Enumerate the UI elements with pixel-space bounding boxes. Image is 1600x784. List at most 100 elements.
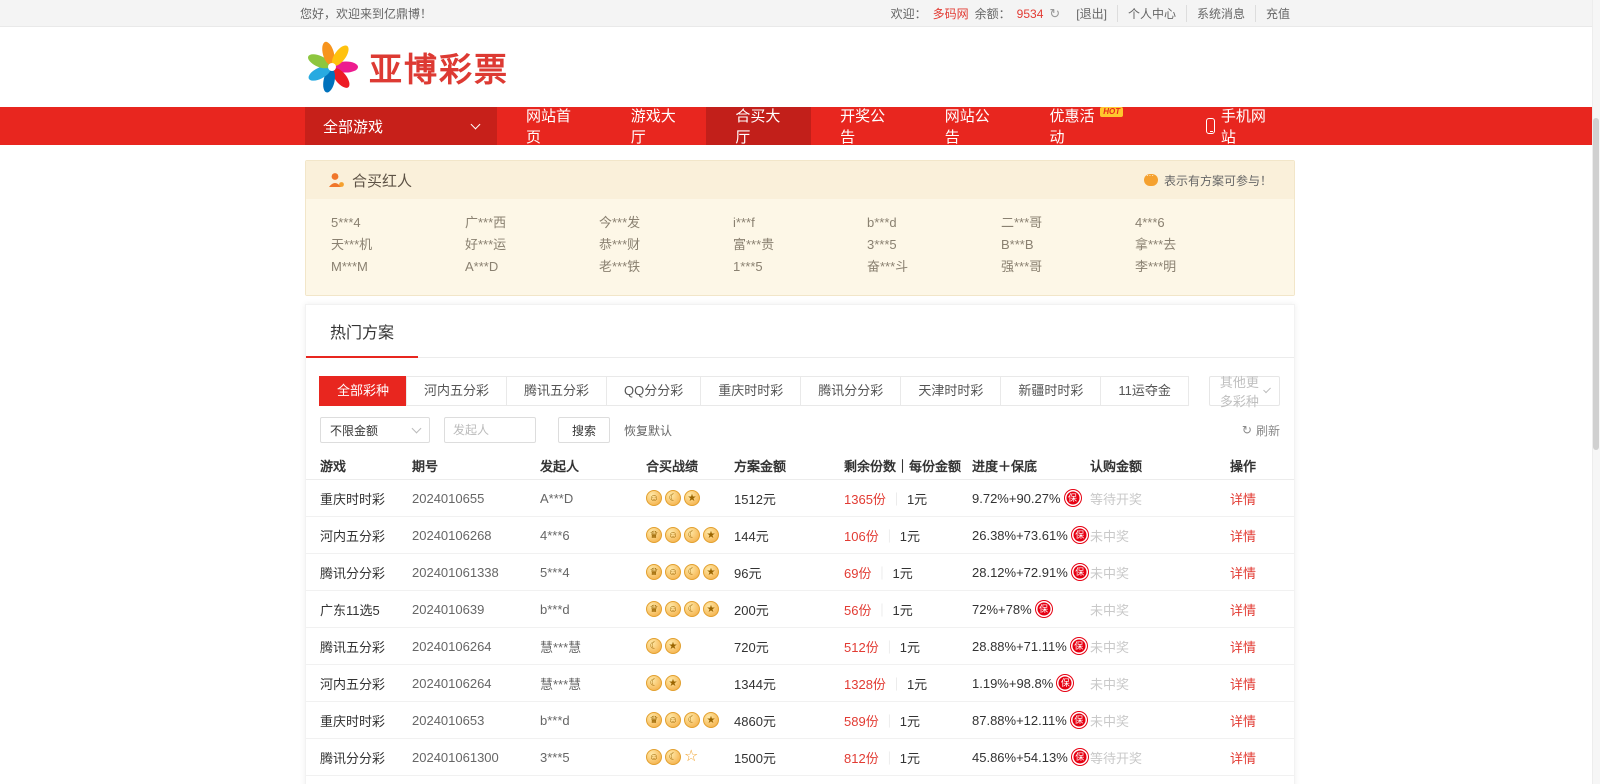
nav-item[interactable]: 手机网站 (1177, 107, 1295, 145)
star-user-name[interactable]: 恭***财 (599, 234, 733, 256)
nav-item[interactable]: 合买大厅 (706, 107, 811, 145)
topbar: 您好，欢迎来到亿鼎博！ 欢迎： 多码网 余额： 9534 ↻ [退出]个人中心系… (0, 0, 1600, 27)
lottery-tab[interactable]: 腾讯五分彩 (506, 376, 607, 406)
star-user-name[interactable]: 广***西 (465, 212, 599, 234)
brand[interactable]: 亚博彩票 (305, 40, 509, 94)
initiator-name[interactable]: 3***5 (540, 750, 646, 765)
star-user-name[interactable]: 天***机 (331, 234, 465, 256)
plan-amount: 720元 (734, 637, 844, 656)
detail-link[interactable]: 详情 (1230, 526, 1280, 545)
initiator-name[interactable]: A***D (540, 491, 646, 506)
initiator-name[interactable]: 5***4 (540, 565, 646, 580)
star-user-name[interactable]: 老***铁 (599, 256, 733, 278)
stars-header: 合买红人 表示有方案可参与！ (306, 161, 1294, 199)
remaining-shares: 1365份 (844, 492, 886, 507)
lottery-tab[interactable]: 腾讯分分彩 (800, 376, 901, 406)
lottery-tab[interactable]: QQ分分彩 (606, 376, 701, 406)
topbar-link[interactable]: 个人中心 (1117, 5, 1186, 22)
nav-item[interactable]: 优惠活动HOT (1020, 107, 1125, 145)
more-lotteries-label: 其他更多彩种 (1220, 372, 1265, 410)
stars-tip-text: 表示有方案可参与！ (1164, 172, 1272, 189)
column-header: 游戏 (320, 456, 412, 475)
progress-value: 87.88%+12.11% (972, 713, 1067, 728)
plans-title: 热门方案 (306, 319, 418, 358)
refresh-balance-icon[interactable]: ↻ (1049, 6, 1060, 22)
lottery-tab[interactable]: 全部彩种 (319, 376, 407, 406)
more-lotteries-select[interactable]: 其他更多彩种 (1209, 376, 1280, 406)
star-user-name[interactable]: 李***明 (1135, 256, 1269, 278)
initiator-name[interactable]: b***d (540, 713, 646, 728)
table-row: 腾讯分分彩2024010613385***4♛☺☾★96元69份｜1元28.12… (306, 554, 1294, 591)
all-games-label: 全部游戏 (323, 116, 383, 137)
lottery-tab[interactable]: 重庆时时彩 (700, 376, 801, 406)
star-user-name[interactable]: 4***6 (1135, 212, 1269, 234)
star-user-name[interactable]: 拿***去 (1135, 234, 1269, 256)
amount-filter-select[interactable]: 不限金额 (320, 417, 430, 443)
progress-cell: 45.86%+54.13%保 (972, 749, 1090, 765)
topbar-link[interactable]: 充值 (1255, 5, 1300, 22)
all-games-dropdown[interactable]: 全部游戏 (305, 107, 497, 145)
purchase-status: 未中奖 (1090, 600, 1230, 619)
star-user-name[interactable]: 1***5 (733, 256, 867, 278)
reset-default-link[interactable]: 恢复默认 (624, 422, 672, 439)
star-user-name[interactable]: B***B (1001, 234, 1135, 256)
achievement-icons: ♛☺☾★ (646, 527, 734, 543)
username[interactable]: 多码网 (933, 5, 969, 22)
star-user-name[interactable]: M***M (331, 256, 465, 278)
stars-title: 合买红人 (352, 170, 412, 191)
search-button[interactable]: 搜索 (558, 417, 610, 443)
plans-table: 游戏期号发起人合买战绩方案金额剩余份数｜每份金额进度＋保底认购金额操作 重庆时时… (306, 452, 1294, 776)
detail-link[interactable]: 详情 (1230, 674, 1280, 693)
refresh-icon: ↻ (1242, 423, 1252, 437)
topbar-link[interactable]: 系统消息 (1186, 5, 1255, 22)
detail-link[interactable]: 详情 (1230, 748, 1280, 767)
detail-link[interactable]: 详情 (1230, 711, 1280, 730)
topbar-link[interactable]: [退出] (1066, 5, 1117, 22)
refresh-table-button[interactable]: ↻ 刷新 (1242, 422, 1280, 439)
nav-item-label: 网站首页 (526, 105, 573, 147)
nav-item-label: 优惠活动 (1049, 105, 1096, 147)
star-user-name[interactable]: 富***贵 (733, 234, 867, 256)
lottery-tab[interactable]: 11运夺金 (1100, 376, 1189, 406)
initiator-search-input[interactable] (444, 417, 536, 443)
smiley-icon: ☺ (665, 601, 681, 617)
star-user-name[interactable]: A***D (465, 256, 599, 278)
lottery-tab[interactable]: 河内五分彩 (406, 376, 507, 406)
star-user-name[interactable]: i***f (733, 212, 867, 234)
star-user-name[interactable]: 二***哥 (1001, 212, 1135, 234)
initiator-name[interactable]: 慧***慧 (540, 674, 646, 693)
star-user-name[interactable]: 3***5 (867, 234, 1001, 256)
star-user-name[interactable]: b***d (867, 212, 1001, 234)
detail-link[interactable]: 详情 (1230, 489, 1280, 508)
initiator-name[interactable]: 慧***慧 (540, 637, 646, 656)
shares-cell: 69份｜1元 (844, 563, 972, 582)
cell-divider: ｜ (883, 751, 896, 766)
purchase-status: 等待开奖 (1090, 489, 1230, 508)
detail-link[interactable]: 详情 (1230, 600, 1280, 619)
star-user-name[interactable]: 今***发 (599, 212, 733, 234)
detail-link[interactable]: 详情 (1230, 637, 1280, 656)
nav-item[interactable]: 游戏大厅 (602, 107, 707, 145)
initiator-name[interactable]: 4***6 (540, 528, 646, 543)
initiator-name[interactable]: b***d (540, 602, 646, 617)
nav-item[interactable]: 网站公告 (916, 107, 1021, 145)
balance-label: 余额： (975, 5, 1011, 22)
star-user-name[interactable]: 奋***斗 (867, 256, 1001, 278)
per-share-amount: 1元 (892, 566, 912, 581)
game-name: 广东11选5 (320, 600, 412, 619)
nav-item[interactable]: 网站首页 (497, 107, 602, 145)
star-user-name[interactable]: 5***4 (331, 212, 465, 234)
moon-icon: ☾ (684, 601, 700, 617)
lottery-tab[interactable]: 天津时时彩 (900, 376, 1001, 406)
page-scrollbar[interactable] (1592, 0, 1600, 784)
nav-item[interactable]: 开奖公告 (811, 107, 916, 145)
brand-name: 亚博彩票 (369, 43, 509, 91)
remaining-shares: 812份 (844, 751, 879, 766)
lottery-tab[interactable]: 新疆时时彩 (1000, 376, 1101, 406)
shares-cell: 589份｜1元 (844, 711, 972, 730)
star-user-name[interactable]: 强***哥 (1001, 256, 1135, 278)
scrollbar-thumb[interactable] (1593, 118, 1599, 450)
star-user-name[interactable]: 好***运 (465, 234, 599, 256)
detail-link[interactable]: 详情 (1230, 563, 1280, 582)
stars-title-row: 合买红人 (328, 170, 412, 191)
